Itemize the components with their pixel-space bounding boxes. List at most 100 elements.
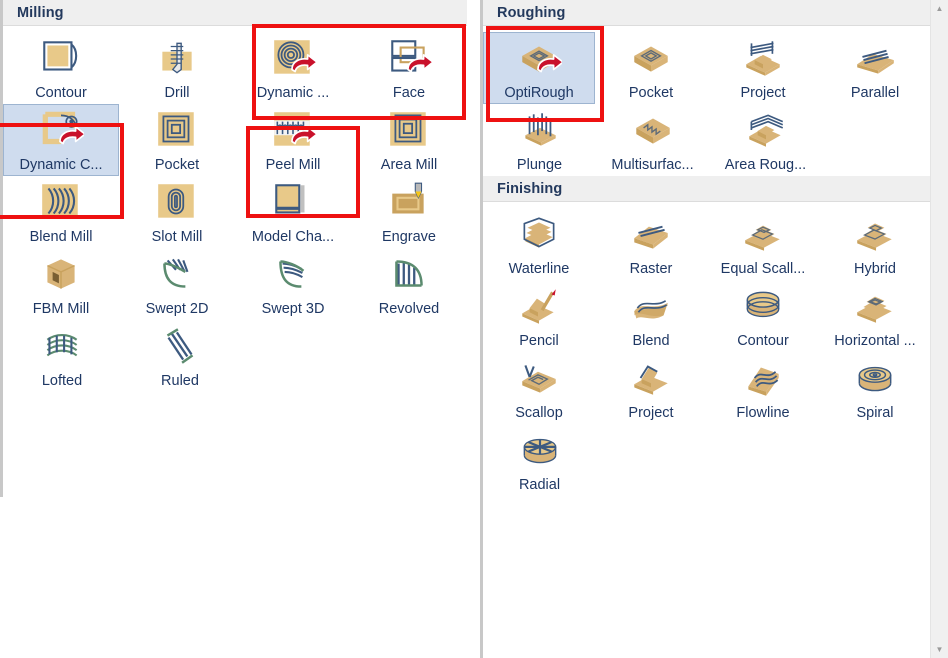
tool-tile-parallel[interactable]: Parallel — [819, 32, 931, 104]
equal-scallop-icon — [740, 212, 786, 256]
tool-tile-swept-2d[interactable]: Swept 2D — [119, 248, 235, 320]
tile-row: Lofted Ruled — [3, 320, 467, 392]
tool-tile-project[interactable]: Project — [595, 352, 707, 424]
tool-tile-label: Multisurfac... — [611, 157, 694, 173]
tool-tile-label: Drill — [164, 85, 190, 101]
lofted-icon — [39, 324, 85, 368]
tool-tile-label: Radial — [518, 477, 561, 493]
vertical-scrollbar[interactable]: ▲ ▼ — [930, 0, 948, 658]
tool-tile-hybrid[interactable]: Hybrid — [819, 208, 931, 280]
tile-row: Blend Mill Slot Mill Model Cha... Engrave — [3, 176, 467, 248]
tool-tile-label: Pocket — [628, 85, 674, 101]
tool-tile-raster[interactable]: Raster — [595, 208, 707, 280]
tool-tile-horizontal[interactable]: Horizontal ... — [819, 280, 931, 352]
tool-tile-revolved[interactable]: Revolved — [351, 248, 467, 320]
tool-tile-label: Contour — [35, 85, 87, 101]
revolved-icon — [386, 252, 432, 296]
pocket-icon — [154, 108, 200, 152]
finish-contour-icon — [740, 284, 786, 328]
tile-row: Dynamic C... Pocket Peel Mill Area Mill — [3, 104, 467, 176]
tool-tile-area-roug[interactable]: Area Roug... — [709, 104, 822, 176]
tool-tile-peel-mill[interactable]: Peel Mill — [235, 104, 351, 176]
tool-tile-contour[interactable]: Contour — [707, 280, 819, 352]
tool-tile-label: FBM Mill — [32, 301, 90, 317]
tool-tile-label: Ruled — [161, 373, 199, 389]
hybrid-icon — [852, 212, 898, 256]
tool-tile-model-cha[interactable]: Model Cha... — [235, 176, 351, 248]
toolpath-ribbon-gallery: Milling Contour Drill Dynamic ... Face Dyn… — [0, 0, 948, 658]
tile-row: Waterline Raster Equal Scall... Hybrid — [483, 208, 931, 280]
tool-tile-pencil[interactable]: Pencil — [483, 280, 595, 352]
tool-tile-lofted[interactable]: Lofted — [3, 320, 121, 392]
tool-tile-label: Swept 3D — [261, 301, 325, 317]
tool-tile-ruled[interactable]: Ruled — [121, 320, 239, 392]
plunge-icon — [517, 108, 563, 152]
tool-tile-label: Pencil — [519, 333, 559, 349]
group-title: Milling — [17, 4, 64, 21]
waterline-icon — [516, 212, 562, 256]
tool-tile-label: Pocket — [154, 157, 200, 173]
tool-tile-label: Spiral — [856, 405, 894, 421]
model-chamfer-icon — [270, 180, 316, 224]
tile-row: FBM Mill Swept 2D Swept 3D Revolved — [3, 248, 467, 320]
tool-tile-slot-mill[interactable]: Slot Mill — [119, 176, 235, 248]
tool-tile-dynamic-c[interactable]: Dynamic C... — [3, 104, 120, 176]
tool-tile-area-mill[interactable]: Area Mill — [351, 104, 467, 176]
tool-tile-dynamic[interactable]: Dynamic ... — [235, 32, 351, 104]
tool-tile-spiral[interactable]: Spiral — [819, 352, 931, 424]
tool-tile-fbm-mill[interactable]: FBM Mill — [3, 248, 119, 320]
tool-tile-label: Blend Mill — [29, 229, 93, 245]
raster-icon — [628, 212, 674, 256]
tool-tile-label: Dynamic C... — [19, 157, 103, 173]
tool-tile-swept-3d[interactable]: Swept 3D — [235, 248, 351, 320]
tool-tile-label: Engrave — [381, 229, 436, 245]
group-title: Roughing — [497, 4, 566, 21]
engrave-icon — [386, 180, 432, 224]
peel-mill-icon — [270, 108, 316, 152]
right-panel-splitter[interactable] — [480, 0, 483, 658]
tool-tile-waterline[interactable]: Waterline — [483, 208, 595, 280]
group-body-roughing: OptiRough Pocket Project Parallel Plunge… — [483, 26, 931, 176]
drill-icon — [154, 36, 200, 80]
tool-tile-label: Contour — [737, 333, 789, 349]
horizontal-icon — [852, 284, 898, 328]
tool-tile-project[interactable]: Project — [707, 32, 819, 104]
tool-tile-blend-mill[interactable]: Blend Mill — [3, 176, 119, 248]
tool-tile-label: Area Mill — [380, 157, 438, 173]
tile-row: Contour Drill Dynamic ... Face — [3, 32, 467, 104]
dynamic-mill-icon — [270, 36, 316, 80]
tool-tile-label: Parallel — [850, 85, 900, 101]
tool-tile-label: Project — [740, 85, 786, 101]
group-body-finishing: Waterline Raster Equal Scall... Hybrid P… — [483, 202, 931, 496]
tool-tile-label: Flowline — [736, 405, 790, 421]
tool-tile-face[interactable]: Face — [351, 32, 467, 104]
rough-pocket-icon — [628, 36, 674, 80]
group-header-finishing: Finishing — [483, 176, 931, 202]
tool-tile-label: Dynamic ... — [256, 85, 330, 101]
tool-tile-optirough[interactable]: OptiRough — [483, 32, 596, 104]
tool-tile-drill[interactable]: Drill — [119, 32, 235, 104]
tool-tile-pocket[interactable]: Pocket — [119, 104, 235, 176]
radial-icon — [517, 428, 563, 472]
tool-tile-multisurfac[interactable]: Multisurfac... — [596, 104, 709, 176]
tool-tile-scallop[interactable]: Scallop — [483, 352, 595, 424]
blend-mill-icon — [38, 180, 84, 224]
tool-tile-label: Face — [392, 85, 426, 101]
tool-tile-label: Horizontal ... — [834, 333, 916, 349]
tool-tile-engrave[interactable]: Engrave — [351, 176, 467, 248]
tool-tile-label: Equal Scall... — [720, 261, 806, 277]
tool-tile-flowline[interactable]: Flowline — [707, 352, 819, 424]
tool-tile-contour[interactable]: Contour — [3, 32, 119, 104]
tool-tile-plunge[interactable]: Plunge — [483, 104, 596, 176]
tool-tile-pocket[interactable]: Pocket — [595, 32, 707, 104]
scroll-up-arrow[interactable]: ▲ — [931, 0, 948, 17]
group-milling: Milling Contour Drill Dynamic ... Face Dyn… — [3, 0, 467, 392]
tool-tile-label: Peel Mill — [265, 157, 321, 173]
tool-tile-equal-scall[interactable]: Equal Scall... — [707, 208, 819, 280]
scroll-down-arrow[interactable]: ▼ — [931, 641, 948, 658]
tool-tile-label: Lofted — [41, 373, 83, 389]
swept-2d-icon — [154, 252, 200, 296]
toolpaths-panel: Roughing OptiRough Pocket Project Parall… — [483, 0, 931, 658]
tool-tile-blend[interactable]: Blend — [595, 280, 707, 352]
tool-tile-radial[interactable]: Radial — [483, 424, 596, 496]
